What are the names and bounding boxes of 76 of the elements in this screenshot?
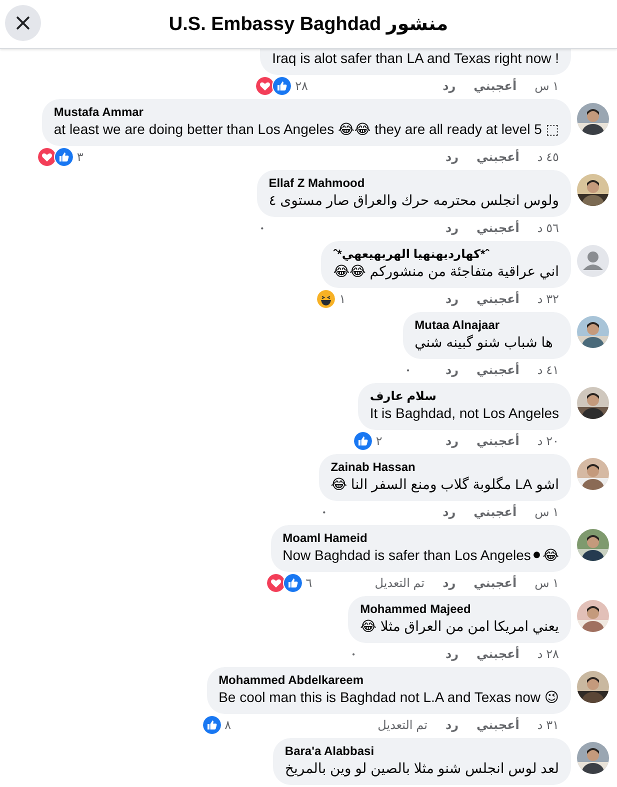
comment-text: Be cool man this is Baghdad not L.A and Texas now 😉: [218, 688, 559, 707]
comment-text: ولوس انجلس محترمه حرك والعراق صار مستوى ٤: [268, 191, 559, 210]
comment-time[interactable]: ٢٠ د: [537, 434, 559, 448]
commenter-name[interactable]: Bara'a Alabbasi: [284, 744, 374, 759]
comment-time[interactable]: ٣٢ د: [537, 292, 559, 306]
reply-link[interactable]: رد: [445, 718, 459, 732]
commenter-name[interactable]: Zainab Hassan: [330, 460, 416, 475]
reply-link[interactable]: رد: [445, 292, 459, 306]
edited-label: تم التعديل: [378, 718, 428, 732]
like-link[interactable]: أعجبني: [476, 221, 520, 235]
reaction-count[interactable]: ٢٨: [295, 79, 308, 93]
like-link[interactable]: أعجبني: [476, 363, 520, 377]
reply-link[interactable]: رد: [445, 150, 459, 164]
separator-dot: •: [322, 508, 326, 516]
commenter-name[interactable]: سلام عارف: [370, 389, 436, 404]
heart-icon: [36, 147, 57, 167]
reply-link[interactable]: رد: [445, 647, 459, 661]
like-link[interactable]: أعجبني: [474, 576, 517, 590]
like-icon: [272, 76, 292, 96]
like-icon: [352, 431, 373, 451]
like-icon: [282, 573, 303, 593]
comment-time[interactable]: ٤١ د: [537, 363, 559, 377]
reply-link[interactable]: رد: [445, 434, 459, 448]
close-button[interactable]: [5, 5, 41, 41]
commenter-name[interactable]: Mustafa Ammar: [54, 105, 144, 120]
post-title: منشور U.S. Embassy Baghdad: [168, 12, 448, 36]
commenter-name[interactable]: Mohammed Abdelkareem: [218, 673, 364, 688]
comment-text: Iraq is alot safer than LA and Texas right now !: [272, 49, 559, 68]
like-link[interactable]: أعجبني: [476, 434, 520, 448]
reaction-count[interactable]: ٣: [76, 150, 84, 164]
comment-time[interactable]: ٥٦ د: [537, 221, 559, 235]
laughing-emoji-icon: [316, 289, 336, 309]
like-link[interactable]: أعجبني: [476, 292, 520, 306]
comment-text: يعني امريكا امن من العراق مثلا 😂: [360, 617, 559, 636]
comment-text: لعد لوس انجلس شنو مثلا بالصين لو وين بالمريخ: [284, 759, 559, 778]
like-link[interactable]: أعجبني: [476, 718, 520, 732]
comment-text: اني عراقية متفاجئة من منشوركم 😂😂: [333, 262, 559, 281]
like-link[interactable]: أعجبني: [476, 150, 520, 164]
reply-link[interactable]: رد: [442, 576, 456, 590]
like-icon: [202, 715, 222, 735]
separator-dot: •: [352, 650, 355, 658]
reply-link[interactable]: رد: [445, 221, 459, 235]
comment-time[interactable]: ١ س: [534, 79, 559, 93]
separator-dot: •: [260, 224, 264, 232]
reply-link[interactable]: رد: [445, 363, 459, 377]
edited-label: تم التعديل: [374, 576, 425, 590]
like-icon: [54, 147, 74, 167]
like-link[interactable]: أعجبني: [474, 79, 517, 93]
reaction-count[interactable]: ٢: [376, 434, 382, 448]
reaction-count[interactable]: ٦: [306, 576, 312, 590]
comment-time[interactable]: ٢٨ د: [537, 647, 559, 661]
commenter-name[interactable]: Mutaa Alnajaar: [414, 318, 500, 333]
heart-icon: [255, 76, 276, 96]
comment-time[interactable]: ٣١ د: [537, 718, 559, 732]
comment-time[interactable]: ٤٥ د: [537, 150, 559, 164]
comment-text: اشو LA مگلوبة گلاب ومنع السفر النا 😂: [330, 475, 559, 494]
comment-text: at least we are doing better than Los Angeles 😂😂 they are all ready at level 5 ⬚: [54, 120, 559, 139]
like-link[interactable]: أعجبني: [474, 505, 517, 519]
comment-time[interactable]: ١ س: [534, 576, 559, 590]
comment-text: ها شباب شنو گبينه شني: [414, 333, 553, 352]
reaction-count[interactable]: ٨: [224, 718, 232, 732]
comment-text: It is Baghdad, not Los Angeles: [370, 404, 559, 423]
avatar-icon[interactable]: [577, 245, 609, 277]
commenter-name[interactable]: Mohammed Majeed: [360, 602, 471, 617]
reply-link[interactable]: رد: [442, 79, 456, 93]
like-link[interactable]: أعجبني: [476, 647, 520, 661]
heart-icon: [266, 573, 286, 593]
commenter-name[interactable]: ˆ*كهارديهنهيا الهربهيعهي*ˆ: [333, 247, 490, 262]
reply-link[interactable]: رد: [442, 505, 456, 519]
comment-text: Now Baghdad is safer than Los Angeles⚫😂: [282, 546, 559, 565]
commenter-name[interactable]: Ellaf Z Mahmood: [268, 176, 365, 191]
close-icon: [14, 14, 32, 32]
commenter-name[interactable]: Moaml Hameid: [282, 531, 368, 546]
reaction-count[interactable]: ١: [339, 292, 346, 306]
separator-dot: •: [406, 366, 410, 374]
comment-time[interactable]: ١ س: [534, 505, 559, 519]
